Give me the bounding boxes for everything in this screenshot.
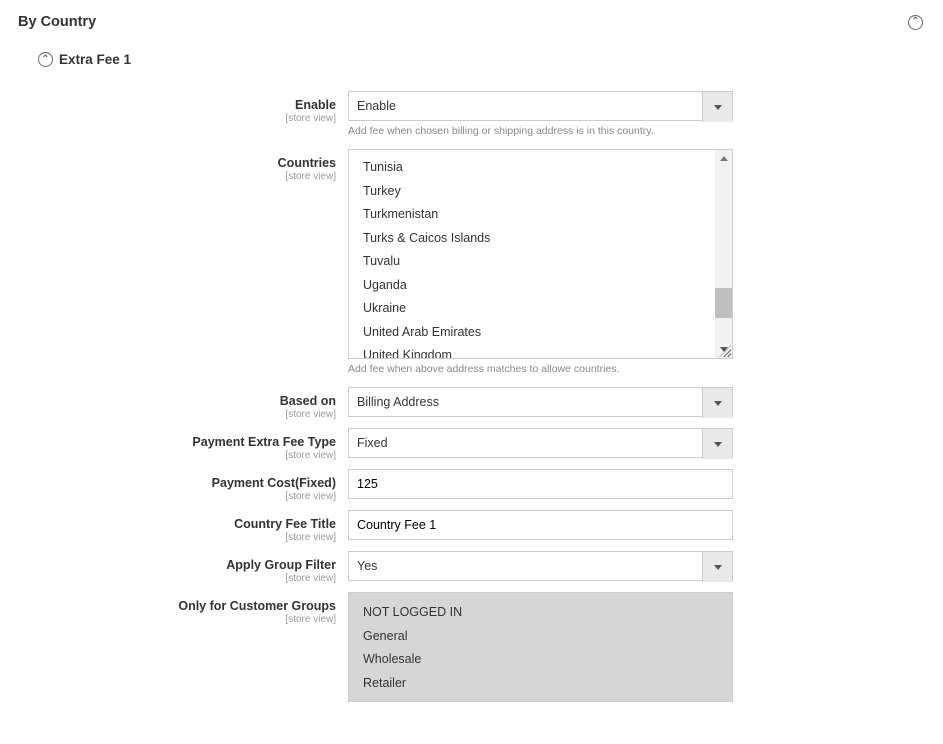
based-on-label: Based on	[280, 394, 336, 408]
subsection-header[interactable]: ⌃ Extra Fee 1	[38, 52, 929, 67]
country-option[interactable]: Turks & Caicos Islands	[349, 227, 715, 251]
dropdown-button[interactable]	[702, 92, 732, 122]
country-option[interactable]: Tunisia	[349, 156, 715, 180]
based-on-select-value: Billing Address	[357, 395, 439, 409]
group-filter-label: Apply Group Filter	[226, 558, 336, 572]
fee-title-label: Country Fee Title	[234, 517, 336, 531]
enable-label: Enable	[295, 98, 336, 112]
scope-label: [store view]	[38, 450, 336, 461]
scroll-up-button[interactable]	[715, 150, 732, 167]
country-option[interactable]: Uganda	[349, 274, 715, 298]
country-option[interactable]: Turkmenistan	[349, 203, 715, 227]
caret-down-icon	[714, 565, 722, 570]
fee-type-label: Payment Extra Fee Type	[192, 435, 336, 449]
scope-label: [store view]	[38, 409, 336, 420]
subsection-collapse-icon: ⌃	[38, 52, 53, 67]
section-collapse-icon[interactable]: ⌃	[908, 15, 923, 30]
enable-select-value: Enable	[357, 99, 396, 113]
fee-type-select[interactable]: Fixed	[348, 428, 733, 458]
scope-label: [store view]	[38, 491, 336, 502]
customer-group-option[interactable]: General	[349, 625, 732, 649]
customer-group-option[interactable]: NOT LOGGED IN	[349, 601, 732, 625]
customer-groups-multiselect[interactable]: NOT LOGGED IN General Wholesale Retailer	[348, 592, 733, 702]
fee-cost-input[interactable]	[348, 469, 733, 499]
dropdown-button[interactable]	[702, 388, 732, 418]
caret-down-icon	[714, 401, 722, 406]
scope-label: [store view]	[38, 113, 336, 124]
country-option[interactable]: United Kingdom	[349, 344, 715, 359]
scroll-down-button[interactable]	[715, 341, 732, 358]
resize-handle-icon[interactable]	[719, 345, 731, 357]
scrollbar-thumb[interactable]	[715, 288, 732, 318]
country-option[interactable]: Turkey	[349, 180, 715, 204]
scope-label: [store view]	[38, 171, 336, 182]
triangle-up-icon	[720, 156, 728, 161]
caret-down-icon	[714, 442, 722, 447]
dropdown-button[interactable]	[702, 429, 732, 459]
fee-type-select-value: Fixed	[357, 436, 388, 450]
countries-help-text: Add fee when above address matches to al…	[348, 363, 733, 375]
based-on-select[interactable]: Billing Address	[348, 387, 733, 417]
enable-select[interactable]: Enable	[348, 91, 733, 121]
scope-label: [store view]	[38, 573, 336, 584]
fee-cost-label: Payment Cost(Fixed)	[212, 476, 336, 490]
scope-label: [store view]	[38, 532, 336, 543]
countries-multiselect[interactable]: Tunisia Turkey Turkmenistan Turks & Caic…	[348, 149, 733, 359]
customer-group-option[interactable]: Retailer	[349, 672, 732, 696]
group-filter-select[interactable]: Yes	[348, 551, 733, 581]
group-filter-select-value: Yes	[357, 559, 377, 573]
scrollbar-track[interactable]	[715, 150, 732, 358]
chevron-up-icon: ⌃	[911, 17, 919, 27]
chevron-up-icon: ⌃	[41, 55, 49, 65]
scope-label: [store view]	[38, 614, 336, 625]
countries-label: Countries	[278, 156, 336, 170]
country-option[interactable]: Ukraine	[349, 297, 715, 321]
section-title[interactable]: By Country	[18, 14, 96, 30]
country-option[interactable]: United Arab Emirates	[349, 321, 715, 345]
caret-down-icon	[714, 105, 722, 110]
dropdown-button[interactable]	[702, 552, 732, 582]
fee-title-input[interactable]	[348, 510, 733, 540]
subsection-title: Extra Fee 1	[59, 52, 131, 67]
triangle-down-icon	[720, 347, 728, 352]
customer-groups-label: Only for Customer Groups	[178, 599, 336, 613]
country-option[interactable]: Tuvalu	[349, 250, 715, 274]
enable-help-text: Add fee when chosen billing or shipping …	[348, 125, 733, 137]
customer-group-option[interactable]: Wholesale	[349, 648, 732, 672]
